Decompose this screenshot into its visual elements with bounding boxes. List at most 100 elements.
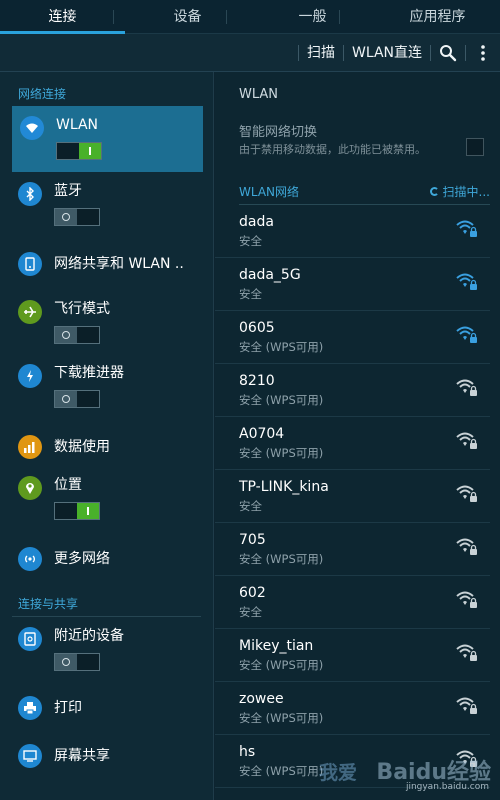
section-title-sharing: 连接与共享: [18, 597, 79, 611]
network-row[interactable]: Mikey_tian 安全 (WPS可用): [215, 629, 490, 682]
menu-item-label: WLAN: [56, 117, 99, 133]
network-ssid: hs: [239, 744, 256, 760]
wifi-lock-icon: [456, 749, 478, 769]
tab-general[interactable]: 一般: [250, 0, 375, 34]
tab-divider: [113, 10, 114, 24]
toggle-off-knob: [55, 391, 77, 407]
menu-item-label: 位置: [54, 477, 82, 493]
network-row[interactable]: dada 安全: [215, 205, 490, 258]
menu-item-label: 更多网络: [54, 551, 110, 567]
download-booster-icon: [18, 364, 42, 388]
network-ssid: 705: [239, 532, 266, 548]
menu-item-print[interactable]: 打印: [0, 683, 213, 733]
network-row[interactable]: 602 安全: [215, 576, 490, 629]
network-row[interactable]: hs 安全 (WPS可用): [215, 735, 490, 788]
bluetooth-toggle[interactable]: [54, 208, 100, 226]
download-booster-toggle[interactable]: [54, 390, 100, 408]
toggle-off-knob: [55, 654, 77, 670]
bluetooth-icon: [18, 182, 42, 206]
network-security: 安全 (WPS可用): [239, 658, 324, 672]
network-ssid: TP-LINK_kina: [239, 479, 329, 495]
toggle-on-knob: [79, 143, 101, 159]
scan-button[interactable]: 扫描: [299, 34, 343, 72]
network-ssid: dada: [239, 214, 274, 230]
network-row[interactable]: 8210 安全 (WPS可用): [215, 364, 490, 417]
network-security: 安全: [239, 234, 262, 248]
menu-item-label: 飞行模式: [54, 301, 110, 317]
network-ssid: 8210: [239, 373, 275, 389]
toggle-off-knob: [55, 327, 77, 343]
menu-item-nearby-devices[interactable]: 附近的设备: [0, 617, 213, 683]
screen-mirroring-icon: [18, 744, 42, 768]
menu-item-airplane-mode[interactable]: 飞行模式: [0, 290, 213, 356]
network-security: 安全: [239, 605, 262, 619]
scanning-status: 扫描中...: [429, 183, 490, 200]
wifi-lock-icon: [456, 484, 478, 504]
wlan-toggle[interactable]: [56, 142, 102, 160]
menu-item-download-booster[interactable]: 下载推进器: [0, 356, 213, 422]
network-row[interactable]: A0704 安全 (WPS可用): [215, 417, 490, 470]
toggle-track: [57, 143, 79, 159]
wifi-lock-icon: [456, 431, 478, 451]
airplane-icon: [18, 300, 42, 324]
tethering-icon: [18, 252, 42, 276]
network-security: 安全: [239, 287, 262, 301]
menu-item-wlan[interactable]: WLAN: [12, 106, 203, 172]
menu-item-label: 数据使用: [54, 439, 110, 455]
smart-network-switch: 智能网络切换 由于禁用移动数据，此功能已被禁用。: [215, 124, 500, 178]
network-row[interactable]: TP-LINK_kina 安全: [215, 470, 490, 523]
nearby-devices-icon: [18, 627, 42, 651]
more-vert-icon[interactable]: [466, 34, 500, 72]
network-security: 安全 (WPS可用): [239, 711, 324, 725]
airplane-mode-toggle[interactable]: [54, 326, 100, 344]
wlan-direct-button[interactable]: WLAN直连: [344, 34, 430, 72]
network-row[interactable]: 705 安全 (WPS可用): [215, 523, 490, 576]
wifi-lock-icon: [456, 696, 478, 716]
menu-item-screen-mirroring[interactable]: 屏幕共享: [0, 733, 213, 779]
menu-item-label: 打印: [54, 700, 82, 716]
network-security: 安全: [239, 499, 262, 513]
smart-network-checkbox[interactable]: [466, 138, 484, 156]
wifi-lock-icon: [456, 378, 478, 398]
network-ssid: 0605: [239, 320, 275, 336]
wifi-lock-icon: [456, 325, 478, 345]
wifi-icon: [20, 116, 44, 140]
menu-item-label: 网络共享和 WLAN ..: [54, 256, 184, 272]
network-list: dada 安全 dada_5G 安全 0605 安全 (WPS可用) 8210 安全 (WPS…: [215, 205, 500, 788]
nearby-devices-toggle[interactable]: [54, 653, 100, 671]
settings-menu: 网络连接 WLAN 蓝牙 网络共享和 WLAN .. 飞行模式 下载推进器 数据…: [0, 72, 214, 800]
data-usage-icon: [18, 435, 42, 459]
menu-item-tethering[interactable]: 网络共享和 WLAN ..: [0, 238, 213, 290]
location-toggle[interactable]: [54, 502, 100, 520]
network-row[interactable]: dada_5G 安全: [215, 258, 490, 311]
menu-item-location[interactable]: 位置: [0, 472, 213, 534]
network-ssid: Mikey_tian: [239, 638, 314, 654]
wifi-lock-icon: [456, 219, 478, 239]
toggle-track: [77, 391, 99, 407]
menu-item-label: 下载推进器: [54, 365, 124, 381]
tab-divider: [226, 10, 227, 24]
menu-item-bluetooth[interactable]: 蓝牙: [0, 172, 213, 238]
tab-device[interactable]: 设备: [125, 0, 250, 34]
wifi-lock-icon: [456, 537, 478, 557]
print-icon: [18, 696, 42, 720]
toggle-track: [77, 654, 99, 670]
wifi-lock-icon: [456, 590, 478, 610]
network-row[interactable]: zowee 安全 (WPS可用): [215, 682, 490, 735]
smart-network-title: 智能网络切换: [239, 125, 318, 140]
tab-connections[interactable]: 连接: [0, 0, 125, 34]
network-row[interactable]: 0605 安全 (WPS可用): [215, 311, 490, 364]
toggle-on-knob: [77, 503, 99, 519]
menu-item-data-usage[interactable]: 数据使用: [0, 422, 213, 472]
network-ssid: A0704: [239, 426, 285, 442]
top-tabs: 连接 设备 一般 应用程序: [0, 0, 500, 34]
menu-item-more-networks[interactable]: 更多网络: [0, 534, 213, 584]
tab-applications[interactable]: 应用程序: [375, 0, 500, 34]
search-icon[interactable]: [431, 34, 465, 72]
toggle-track: [77, 327, 99, 343]
location-icon: [18, 476, 42, 500]
networks-header-label: WLAN网络: [239, 184, 300, 199]
menu-item-label: 屏幕共享: [54, 748, 110, 764]
toggle-off-knob: [55, 209, 77, 225]
action-bar: 扫描 WLAN直连: [0, 34, 500, 72]
